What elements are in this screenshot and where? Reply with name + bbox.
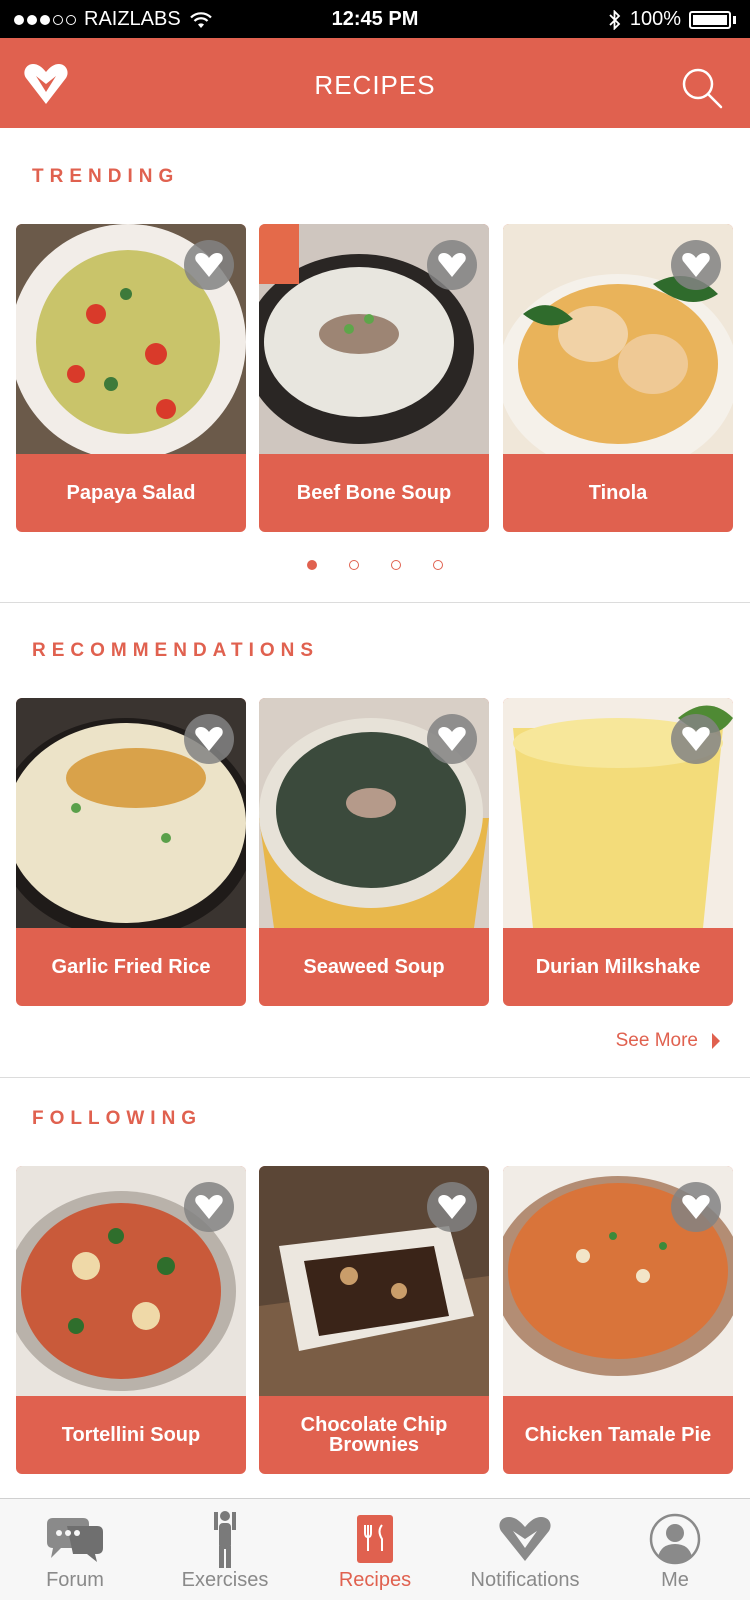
tab-exercises[interactable]: Exercises xyxy=(150,1499,300,1600)
see-more-link[interactable]: See More xyxy=(616,1030,720,1052)
page-title: RECIPES xyxy=(314,70,436,100)
recipe-name: Chicken Tamale Pie xyxy=(524,1424,712,1446)
recipe-name: Beef Bone Soup xyxy=(296,482,452,504)
tab-bar: Forum Exercises Recipes Notifications Me xyxy=(0,1498,750,1600)
status-bar: RAIZLABS 12:45 PM 100% xyxy=(0,0,750,38)
recipe-card-chocolate-chip-brownies[interactable]: Chocolate Chip Brownies xyxy=(259,1166,489,1474)
favorite-button[interactable] xyxy=(184,1182,234,1232)
favorite-button[interactable] xyxy=(184,240,234,290)
page-dot[interactable] xyxy=(391,560,401,570)
recipe-name: Tortellini Soup xyxy=(61,1424,201,1446)
heart-icon xyxy=(195,1195,223,1219)
page-dot[interactable] xyxy=(349,560,359,570)
page-dot[interactable] xyxy=(307,560,317,570)
heart-icon xyxy=(682,253,710,277)
see-more-label: See More xyxy=(615,1030,698,1051)
recipe-name: Tinola xyxy=(588,482,648,504)
favorite-button[interactable] xyxy=(427,1182,477,1232)
recipe-card-beef-bone-soup[interactable]: Beef Bone Soup xyxy=(259,224,489,532)
section-title-recommendations: RECOMMENDATIONS xyxy=(32,640,320,661)
tab-label: Me xyxy=(661,1569,689,1591)
nav-bar: RECIPES xyxy=(0,38,750,128)
favorite-button[interactable] xyxy=(427,714,477,764)
heart-icon xyxy=(499,1517,551,1561)
tab-label: Exercises xyxy=(181,1569,269,1591)
heart-icon xyxy=(682,727,710,751)
heart-icon xyxy=(195,253,223,277)
tab-me[interactable]: Me xyxy=(600,1499,750,1600)
recipe-book-icon xyxy=(357,1515,393,1563)
tab-forum[interactable]: Forum xyxy=(0,1499,150,1600)
recipe-name: Seaweed Soup xyxy=(303,956,445,978)
recipe-name: Papaya Salad xyxy=(66,482,196,504)
recipe-card-tortellini-soup[interactable]: Tortellini Soup xyxy=(16,1166,246,1474)
recipe-card-tinola[interactable]: Tinola xyxy=(503,224,733,532)
favorite-button[interactable] xyxy=(671,240,721,290)
battery-percent: 100% xyxy=(629,8,681,30)
tab-recipes[interactable]: Recipes xyxy=(300,1499,450,1600)
section-divider xyxy=(0,1077,750,1078)
bluetooth-icon xyxy=(609,9,621,30)
section-title-following: FOLLOWING xyxy=(32,1108,203,1129)
tab-notifications[interactable]: Notifications xyxy=(450,1499,600,1600)
avatar-icon xyxy=(649,1513,701,1565)
favorite-button[interactable] xyxy=(184,714,234,764)
tab-label: Forum xyxy=(46,1569,104,1591)
recipe-card-seaweed-soup[interactable]: Seaweed Soup xyxy=(259,698,489,1006)
heart-icon xyxy=(195,727,223,751)
tab-label: Notifications xyxy=(470,1569,580,1591)
favorite-button[interactable] xyxy=(671,714,721,764)
heart-icon xyxy=(682,1195,710,1219)
recipe-card-chicken-tamale-pie[interactable]: Chicken Tamale Pie xyxy=(503,1166,733,1474)
heart-icon xyxy=(438,253,466,277)
battery-tip xyxy=(733,15,736,24)
section-divider xyxy=(0,602,750,603)
favorite-button[interactable] xyxy=(427,240,477,290)
recipe-name: Durian Milkshake xyxy=(535,956,701,978)
person-icon xyxy=(214,1511,236,1568)
battery-icon xyxy=(689,10,731,29)
status-right: 100% xyxy=(608,8,736,31)
page-dot[interactable] xyxy=(433,560,443,570)
heart-icon xyxy=(438,727,466,751)
recipe-card-papaya-salad[interactable]: Papaya Salad xyxy=(16,224,246,532)
search-icon[interactable] xyxy=(680,66,724,110)
section-title-trending: TRENDING xyxy=(32,166,180,187)
favorite-button[interactable] xyxy=(671,1182,721,1232)
chevron-right-icon xyxy=(712,1033,720,1049)
chat-bubbles-icon xyxy=(47,1518,103,1562)
recipe-name: Garlic Fried Rice xyxy=(51,956,211,978)
page-indicator[interactable] xyxy=(0,560,750,570)
recipe-name: Chocolate Chip Brownies xyxy=(300,1414,448,1456)
recipe-card-garlic-fried-rice[interactable]: Garlic Fried Rice xyxy=(16,698,246,1006)
recipe-card-durian-milkshake[interactable]: Durian Milkshake xyxy=(503,698,733,1006)
heart-icon xyxy=(438,1195,466,1219)
tab-label: Recipes xyxy=(338,1569,412,1591)
